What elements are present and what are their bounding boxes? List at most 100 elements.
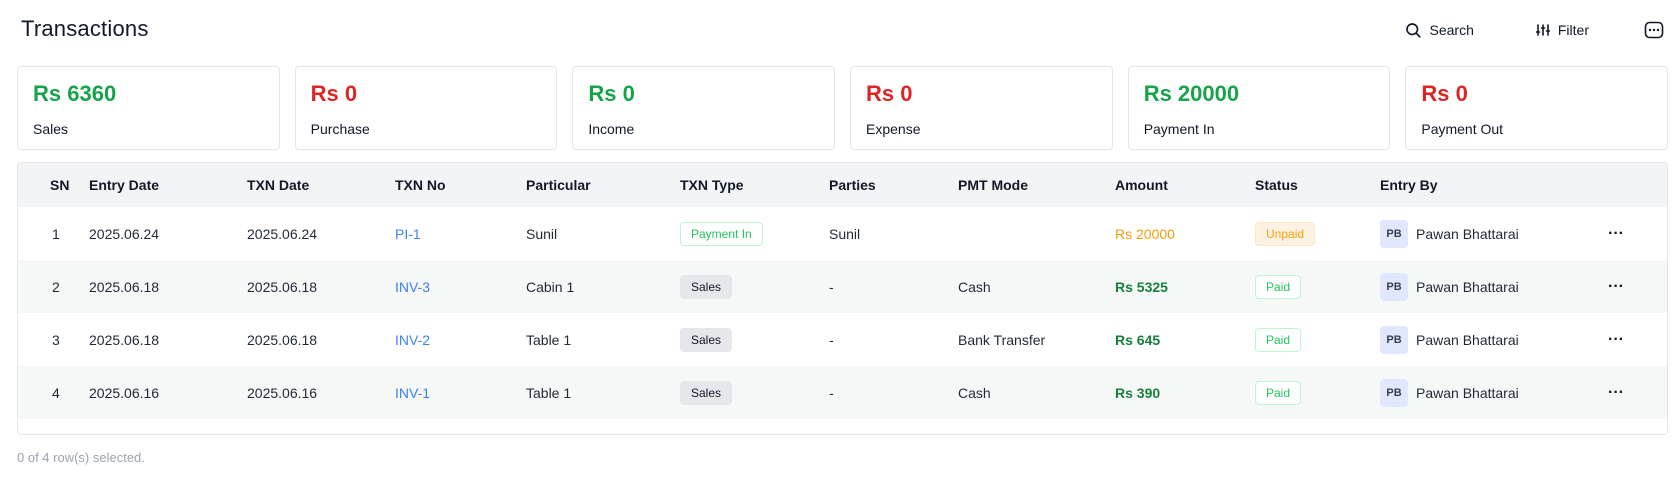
status-badge: Paid	[1255, 380, 1302, 405]
entry-by-name: Pawan Bhattarai	[1416, 278, 1519, 295]
cell-pmt-mode: Cash	[958, 384, 991, 401]
cell-entry-by: PB Pawan Bhattarai	[1380, 366, 1519, 419]
page-title: Transactions	[21, 16, 149, 41]
row-actions-icon[interactable]: ···	[1608, 225, 1624, 243]
table-row[interactable]: 2 2025.06.18 2025.06.18 INV-3 Cabin 1 Sales - C…	[18, 260, 1667, 313]
column-header-entry-date[interactable]: Entry Date	[89, 163, 159, 207]
txn-type-badge: Payment In	[680, 221, 763, 246]
cell-particular: Table 1	[526, 331, 572, 348]
txn-no-link[interactable]: PI-1	[395, 226, 421, 242]
txn-type-badge: Sales	[680, 327, 733, 352]
cell-txn-date: 2025.06.18	[247, 278, 318, 295]
summary-card-payment-out[interactable]: Rs 0 Payment Out	[1405, 66, 1669, 150]
cell-entry-date: 2025.06.18	[89, 278, 160, 295]
cell-sn: 1	[52, 225, 60, 242]
table-row[interactable]: 3 2025.06.18 2025.06.18 INV-2 Table 1 Sales - B…	[18, 313, 1667, 366]
more-options-button[interactable]	[1643, 19, 1665, 41]
txn-no-link[interactable]: INV-2	[395, 332, 430, 348]
row-actions-icon[interactable]: ···	[1608, 331, 1624, 349]
row-actions-icon[interactable]: ···	[1608, 384, 1624, 402]
txn-no-link[interactable]: INV-3	[395, 279, 430, 295]
status-badge: Unpaid	[1255, 221, 1316, 246]
table-header-row: SN Entry Date TXN Date TXN No Particular…	[18, 163, 1667, 207]
cell-parties: Sunil	[829, 225, 861, 242]
column-header-sn[interactable]: SN	[50, 163, 69, 207]
column-header-txn-type[interactable]: TXN Type	[680, 163, 744, 207]
cell-amount: Rs 390	[1115, 384, 1161, 401]
search-label: Search	[1429, 22, 1474, 38]
avatar: PB	[1380, 272, 1408, 301]
summary-card-sales[interactable]: Rs 6360 Sales	[17, 66, 280, 150]
column-header-txn-no[interactable]: TXN No	[395, 163, 446, 207]
summary-card-label: Income	[588, 121, 635, 137]
summary-cards: Rs 6360 Sales Rs 0 Purchase Rs 0 Income Rs 0 Ex…	[17, 66, 1669, 150]
summary-card-label: Purchase	[310, 121, 370, 137]
cell-pmt-mode: Cash	[958, 278, 991, 295]
cell-sn: 3	[52, 331, 60, 348]
filter-button[interactable]: Filter	[1535, 22, 1589, 38]
summary-card-expense[interactable]: Rs 0 Expense	[850, 66, 1113, 150]
cell-entry-by: PB Pawan Bhattarai	[1380, 207, 1519, 260]
cell-status: Paid	[1255, 313, 1302, 366]
summary-card-payment-in[interactable]: Rs 20000 Payment In	[1127, 66, 1391, 150]
column-header-amount[interactable]: Amount	[1115, 163, 1168, 207]
cell-status: Unpaid	[1255, 207, 1316, 260]
transactions-table: SN Entry Date TXN Date TXN No Particular…	[17, 162, 1668, 435]
cell-row-actions: ···	[1608, 207, 1624, 260]
table-row[interactable]: 4 2025.06.16 2025.06.16 INV-1 Table 1 Sales - C…	[18, 366, 1667, 419]
cell-entry-date: 2025.06.16	[89, 384, 160, 401]
column-header-txn-date[interactable]: TXN Date	[247, 163, 309, 207]
cell-txn-type: Sales	[680, 260, 733, 313]
cell-parties: -	[829, 384, 834, 401]
summary-card-value: Rs 0	[588, 81, 635, 106]
txn-type-badge: Sales	[680, 380, 733, 405]
cell-txn-date: 2025.06.18	[247, 331, 318, 348]
cell-row-actions: ···	[1608, 313, 1624, 366]
cell-pmt-mode: Bank Transfer	[958, 331, 1046, 348]
table-row[interactable]: 1 2025.06.24 2025.06.24 PI-1 Sunil Payment In…	[18, 207, 1667, 260]
summary-card-value: Rs 20000	[1143, 81, 1240, 106]
txn-type-badge: Sales	[680, 274, 733, 299]
avatar: PB	[1380, 219, 1408, 248]
filter-label: Filter	[1557, 22, 1589, 38]
cell-row-actions: ···	[1608, 260, 1624, 313]
cell-amount: Rs 5325	[1115, 278, 1168, 295]
search-icon	[1405, 23, 1421, 38]
cell-entry-date: 2025.06.24	[89, 225, 160, 242]
avatar: PB	[1380, 325, 1408, 354]
column-header-particular[interactable]: Particular	[526, 163, 591, 207]
status-badge: Paid	[1255, 274, 1302, 299]
cell-sn: 2	[52, 278, 60, 295]
cell-txn-date: 2025.06.24	[247, 225, 318, 242]
cell-entry-date: 2025.06.18	[89, 331, 160, 348]
cell-status: Paid	[1255, 260, 1302, 313]
cell-particular: Sunil	[526, 225, 558, 242]
cell-txn-no: INV-2	[395, 313, 430, 366]
summary-card-label: Payment In	[1143, 121, 1215, 137]
summary-card-value: Rs 0	[866, 81, 913, 106]
cell-txn-date: 2025.06.16	[247, 384, 318, 401]
status-badge: Paid	[1255, 327, 1302, 352]
search-button[interactable]: Search	[1404, 21, 1474, 39]
cell-status: Paid	[1255, 366, 1302, 419]
summary-card-label: Expense	[866, 121, 921, 137]
entry-by-name: Pawan Bhattarai	[1416, 384, 1519, 401]
column-header-parties[interactable]: Parties	[829, 163, 876, 207]
summary-card-income[interactable]: Rs 0 Income	[572, 66, 836, 150]
row-actions-icon[interactable]: ···	[1608, 278, 1624, 296]
cell-particular: Table 1	[526, 384, 572, 401]
cell-txn-no: INV-3	[395, 260, 430, 313]
cell-sn: 4	[52, 384, 60, 401]
cell-particular: Cabin 1	[526, 278, 575, 295]
column-header-entry-by[interactable]: Entry By	[1380, 163, 1438, 207]
column-header-pmt-mode[interactable]: PMT Mode	[958, 163, 1028, 207]
txn-no-link[interactable]: INV-1	[395, 385, 430, 401]
avatar: PB	[1380, 378, 1408, 407]
cell-txn-type: Payment In	[680, 207, 763, 260]
cell-parties: -	[829, 331, 834, 348]
summary-card-value: Rs 0	[310, 81, 358, 106]
selection-status: 0 of 4 row(s) selected.	[17, 450, 145, 465]
summary-card-purchase[interactable]: Rs 0 Purchase	[294, 66, 558, 150]
entry-by-name: Pawan Bhattarai	[1416, 331, 1519, 348]
column-header-status[interactable]: Status	[1255, 163, 1298, 207]
